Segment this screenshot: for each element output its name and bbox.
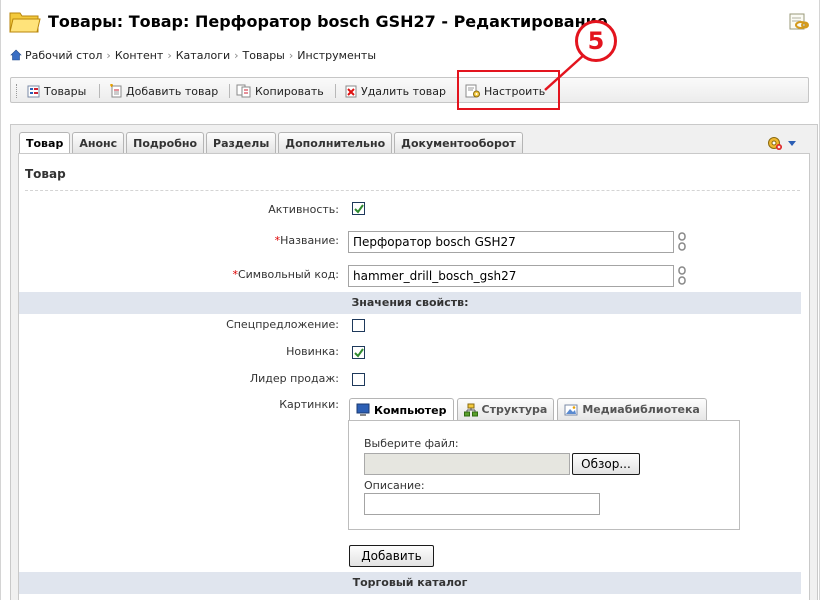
breadcrumb-item-catalogs[interactable]: Каталоги	[176, 49, 230, 62]
copy-button[interactable]: Копировать	[236, 82, 324, 100]
file-path-field[interactable]	[364, 453, 570, 475]
name-label: *Название:	[274, 234, 339, 247]
browse-button[interactable]: Обзор...	[572, 453, 640, 475]
breadcrumb-separator: ›	[234, 48, 239, 62]
form-tabs: Товар Анонс Подробно Разделы Дополнитель…	[19, 132, 525, 154]
special-offer-label: Спецпредложение:	[226, 318, 339, 331]
special-offer-checkbox[interactable]	[352, 319, 365, 332]
toolbar-separator	[229, 84, 230, 98]
breadcrumb-separator: ›	[288, 48, 294, 62]
breadcrumb-item-products[interactable]: Товары	[243, 49, 285, 62]
media-library-icon	[564, 404, 578, 415]
add-product-button[interactable]: Добавить товар	[109, 82, 218, 100]
breadcrumb: Рабочий стол › Контент › Каталоги › Това…	[10, 47, 376, 63]
active-checkbox[interactable]	[352, 202, 365, 215]
tab-structure-label: Структура	[481, 403, 548, 416]
tab-computer-label: Компьютер	[374, 403, 447, 417]
toolbar: Товары Добавить товар Копировать Удалить…	[10, 77, 809, 103]
new-label: Новинка:	[286, 345, 339, 358]
copy-icon	[236, 84, 251, 98]
code-label-text: Символьный код:	[237, 268, 339, 281]
trade-catalog-header: Торговый каталог	[19, 572, 801, 594]
products-list-button[interactable]: Товары	[27, 82, 86, 100]
breadcrumb-separator: ›	[106, 48, 111, 62]
delete-icon	[345, 85, 357, 98]
breadcrumb-item-desktop[interactable]: Рабочий стол	[25, 49, 102, 62]
name-label-text: Название:	[280, 234, 339, 247]
add-product-label: Добавить товар	[126, 84, 219, 98]
images-label: Картинки:	[279, 398, 339, 411]
computer-icon	[356, 403, 370, 416]
tab-medialibrary[interactable]: Медиабиблиотека	[557, 398, 707, 420]
callout-number-badge: 5	[575, 20, 617, 62]
choose-file-label: Выберите файл:	[364, 437, 459, 450]
new-checkbox[interactable]	[352, 346, 365, 359]
tab-settings-menu[interactable]	[766, 135, 798, 151]
code-label: *Символьный код:	[232, 268, 339, 281]
tab-workflow[interactable]: Документооборот	[394, 132, 523, 153]
copy-label: Копировать	[255, 84, 324, 98]
section-divider	[25, 190, 800, 191]
link-icon[interactable]	[789, 13, 809, 31]
tab-product[interactable]: Товар	[19, 132, 71, 154]
upload-source-tabs: Компьютер Структура Медиабиблиотека	[349, 398, 710, 421]
tab-sections[interactable]: Разделы	[206, 132, 277, 153]
tab-structure[interactable]: Структура	[456, 398, 555, 420]
checkmark-icon	[354, 348, 364, 358]
chain-icon[interactable]	[677, 266, 688, 285]
tab-computer[interactable]: Компьютер	[349, 398, 454, 421]
bestseller-label: Лидер продаж:	[249, 372, 339, 385]
toolbar-separator	[335, 84, 336, 98]
products-list-label: Товары	[44, 84, 87, 98]
active-label: Активность:	[268, 203, 339, 216]
gear-icon[interactable]	[766, 135, 784, 151]
section-title: Товар	[25, 167, 66, 181]
properties-header: Значения свойств:	[19, 292, 801, 314]
bestseller-checkbox[interactable]	[352, 373, 365, 386]
toolbar-separator	[99, 84, 100, 98]
chain-icon[interactable]	[677, 232, 688, 251]
list-icon	[27, 85, 40, 98]
name-input[interactable]: Перфоратор bosch GSH27	[348, 231, 674, 253]
tab-preview[interactable]: Анонс	[72, 132, 125, 153]
symbolic-code-input[interactable]: hammer_drill_bosch_gsh27	[348, 265, 674, 287]
delete-product-button[interactable]: Удалить товар	[344, 82, 446, 100]
add-document-icon	[110, 84, 122, 98]
structure-icon	[463, 403, 478, 416]
delete-product-label: Удалить товар	[361, 84, 446, 98]
description-input[interactable]	[364, 493, 600, 515]
tab-medialibrary-label: Медиабиблиотека	[582, 403, 700, 416]
toolbar-grip	[16, 84, 19, 98]
breadcrumb-item-tools[interactable]: Инструменты	[297, 49, 376, 62]
tab-content-area	[18, 153, 810, 600]
title-bar: Товары: Товар: Перфоратор bosch GSH27 - …	[0, 0, 820, 44]
tab-details[interactable]: Подробно	[126, 132, 205, 153]
chevron-down-icon[interactable]	[786, 138, 798, 148]
add-button[interactable]: Добавить	[349, 545, 434, 567]
tab-additional[interactable]: Дополнительно	[278, 132, 393, 153]
home-icon[interactable]	[10, 49, 22, 61]
folder-icon	[9, 12, 41, 33]
breadcrumb-separator: ›	[167, 48, 172, 62]
checkmark-icon	[354, 204, 364, 214]
description-label: Описание:	[364, 479, 425, 492]
breadcrumb-item-content[interactable]: Контент	[115, 49, 164, 62]
